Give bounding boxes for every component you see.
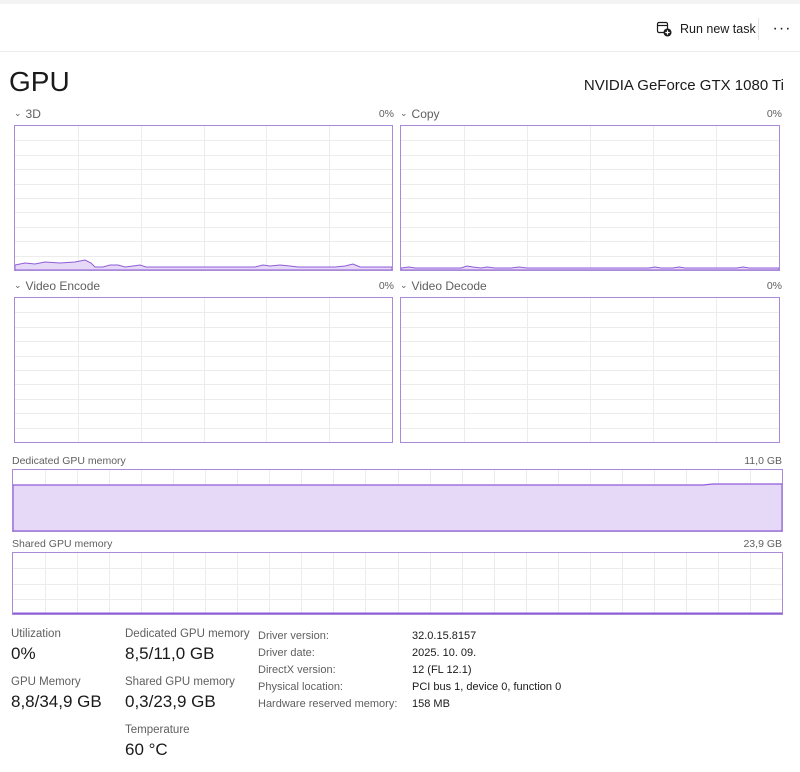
detail-value: 32.0.15.8157 (412, 629, 477, 642)
detail-value: 2025. 10. 09. (412, 646, 477, 659)
engine-selector-3d[interactable]: ⌄ 3D (14, 106, 41, 122)
engine-selector-copy[interactable]: ⌄ Copy (400, 106, 440, 122)
stat-label: Temperature (125, 724, 190, 736)
graph-video-encode-plot (15, 298, 392, 442)
chevron-down-icon: ⌄ (14, 107, 22, 118)
run-new-task-button[interactable]: Run new task (648, 13, 764, 45)
engine-selector-video-decode[interactable]: ⌄ Video Decode (400, 278, 487, 294)
shared-memory-plot (13, 553, 782, 614)
graph-video-decode-plot (401, 298, 779, 442)
detail-row-driver-version: Driver version: 32.0.15.8157 (258, 627, 561, 644)
detail-row-directx-version: DirectX version: 12 (FL 12.1) (258, 661, 561, 678)
stat-label: Dedicated GPU memory (125, 628, 250, 640)
stat-temperature: Temperature 60 °C (125, 724, 190, 760)
graph-video-encode (14, 297, 393, 443)
detail-label: Physical location: (258, 680, 343, 693)
detail-label: Driver version: (258, 629, 329, 642)
memory-area (13, 612, 782, 614)
engine-name: Copy (411, 107, 440, 121)
stat-label: Utilization (11, 628, 61, 640)
stat-gpu-memory: GPU Memory 8,8/34,9 GB (11, 676, 102, 712)
stat-label: GPU Memory (11, 676, 81, 688)
stat-value: 8,5/11,0 GB (125, 644, 215, 663)
dedicated-memory-label: Dedicated GPU memory (12, 455, 126, 467)
more-options-button[interactable]: ··· (766, 13, 798, 45)
engine-percent: 0% (378, 108, 394, 120)
run-task-icon (656, 21, 672, 37)
graph-video-decode (400, 297, 780, 443)
graph-shared-memory (12, 552, 783, 615)
stat-utilization: Utilization 0% (11, 628, 61, 664)
chevron-down-icon: ⌄ (400, 107, 408, 118)
graph-3d (14, 125, 393, 271)
stat-value: 60 °C (125, 740, 168, 759)
usage-area (15, 259, 392, 270)
toolbar-divider (758, 18, 759, 40)
detail-row-driver-date: Driver date: 2025. 10. 09. (258, 644, 561, 661)
detail-row-hardware-reserved: Hardware reserved memory: 158 MB (258, 695, 561, 712)
detail-value: 158 MB (412, 697, 450, 710)
graph-3d-plot (15, 126, 392, 270)
detail-label: DirectX version: (258, 663, 336, 676)
engine-selector-video-encode[interactable]: ⌄ Video Encode (14, 278, 100, 294)
memory-area (13, 483, 782, 531)
detail-row-physical-location: Physical location: PCI bus 1, device 0, … (258, 678, 561, 695)
gpu-device-name: NVIDIA GeForce GTX 1080 Ti (583, 77, 784, 94)
stat-value: 8,8/34,9 GB (11, 692, 102, 711)
engine-name: Video Decode (411, 279, 487, 293)
dedicated-memory-plot (13, 470, 782, 531)
engine-name: 3D (25, 107, 41, 121)
dedicated-memory-max: 11,0 GB (744, 455, 782, 467)
toolbar: Run new task ··· (0, 0, 800, 52)
stat-label: Shared GPU memory (125, 676, 235, 688)
chevron-down-icon: ⌄ (14, 279, 22, 290)
detail-value: 12 (FL 12.1) (412, 663, 472, 676)
engine-percent: 0% (766, 280, 782, 292)
stat-value: 0,3/23,9 GB (125, 692, 216, 711)
engine-percent: 0% (766, 108, 782, 120)
shared-memory-label: Shared GPU memory (12, 538, 113, 550)
graph-dedicated-memory (12, 469, 783, 532)
engine-percent: 0% (378, 280, 394, 292)
graph-copy-plot (401, 126, 779, 270)
engine-name: Video Encode (25, 279, 101, 293)
gpu-details: Driver version: 32.0.15.8157 Driver date… (258, 627, 561, 712)
detail-label: Driver date: (258, 646, 315, 659)
detail-value: PCI bus 1, device 0, function 0 (412, 680, 562, 693)
run-new-task-label: Run new task (680, 22, 756, 36)
stat-value: 0% (11, 644, 36, 663)
chevron-down-icon: ⌄ (400, 279, 408, 290)
detail-label: Hardware reserved memory: (258, 697, 398, 710)
stat-shared-memory: Shared GPU memory 0,3/23,9 GB (125, 676, 235, 712)
shared-memory-max: 23,9 GB (743, 538, 782, 550)
stat-dedicated-memory: Dedicated GPU memory 8,5/11,0 GB (125, 628, 250, 664)
page-title: GPU (9, 66, 70, 97)
graph-copy (400, 125, 780, 271)
